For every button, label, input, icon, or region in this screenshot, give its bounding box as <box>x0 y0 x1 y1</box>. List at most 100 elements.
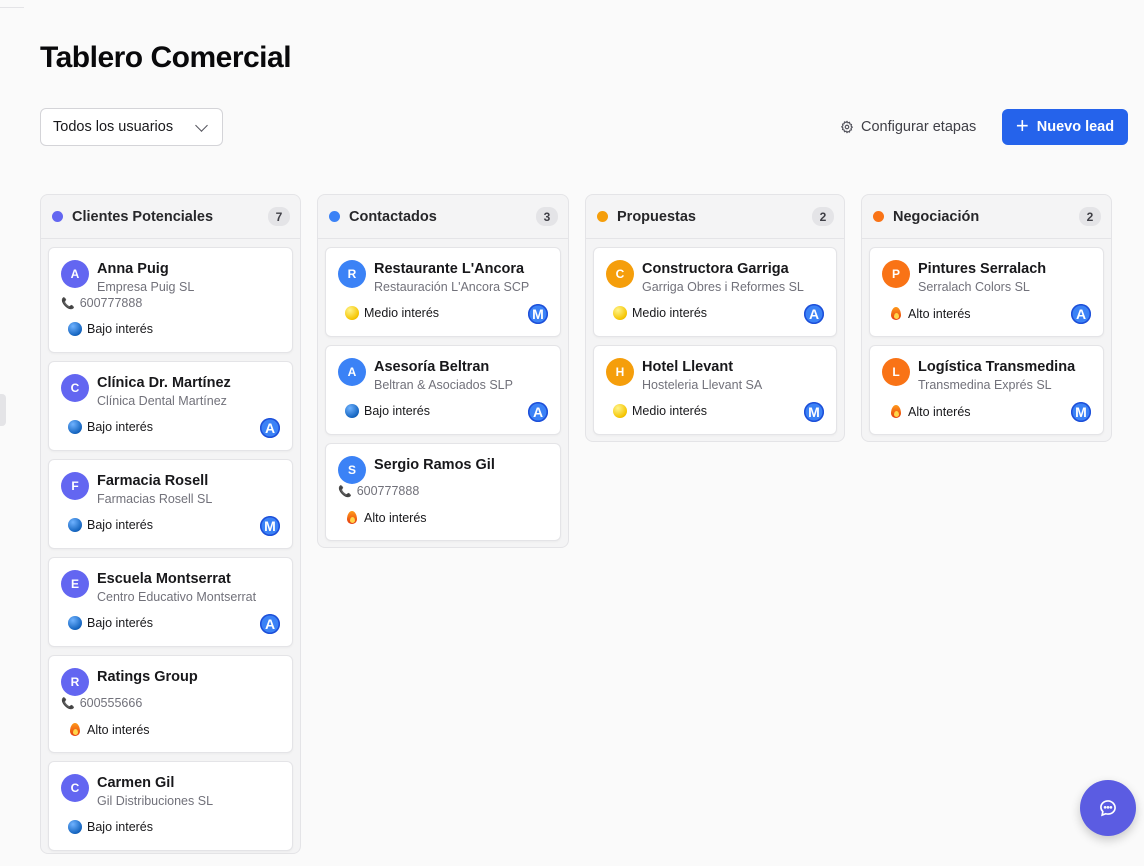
lead-card[interactable]: F Farmacia Rosell Farmacias Rosell SL Ba… <box>48 459 293 549</box>
owner-avatar[interactable]: A <box>260 614 280 634</box>
interest-label: Bajo interés <box>364 404 431 418</box>
lead-card[interactable]: H Hotel Llevant Hosteleria Llevant SA Me… <box>593 345 837 435</box>
column-header: Propuestas 2 <box>586 195 844 239</box>
phone-number: 600777888 <box>356 484 420 498</box>
lead-company: Serralach Colors SL <box>918 280 1030 294</box>
lead-card[interactable]: A Asesoría Beltran Beltran & Asociados S… <box>325 345 561 435</box>
avatar: E <box>61 570 89 598</box>
fire-icon <box>68 722 82 737</box>
avatar: R <box>61 668 89 696</box>
lead-company: Empresa Puig SL <box>97 280 195 294</box>
sidebar-toggle-handle[interactable] <box>0 394 6 426</box>
gear-icon <box>840 120 854 134</box>
interest-label: Bajo interés <box>87 518 154 532</box>
owner-avatar[interactable]: M <box>1071 402 1091 422</box>
fire-icon <box>889 404 903 419</box>
interest-badge: Alto interés <box>68 722 150 737</box>
interest-label: Bajo interés <box>87 322 154 336</box>
lead-name: Hotel Llevant <box>642 359 734 375</box>
avatar: A <box>338 358 366 386</box>
interest-badge: Bajo interés <box>345 404 430 418</box>
lead-card[interactable]: P Pintures Serralach Serralach Colors SL… <box>869 247 1104 337</box>
lead-card[interactable]: S Sergio Ramos Gil 📞 600777888 Alto inter… <box>325 443 561 541</box>
owner-avatar[interactable]: A <box>1071 304 1091 324</box>
lead-company: Farmacias Rosell SL <box>97 492 213 506</box>
avatar: F <box>61 472 89 500</box>
yellow-circle-icon <box>613 404 627 418</box>
column-count-badge: 3 <box>536 207 558 226</box>
owner-avatar[interactable]: M <box>804 402 824 422</box>
lead-card[interactable]: A Anna Puig Empresa Puig SL 📞 600777888 B… <box>48 247 293 353</box>
lead-card[interactable]: C Clínica Dr. Martínez Clínica Dental Ma… <box>48 361 293 451</box>
interest-badge: Bajo interés <box>68 420 153 434</box>
fire-icon <box>889 306 903 321</box>
lead-card[interactable]: E Escuela Montserrat Centro Educativo Mo… <box>48 557 293 647</box>
fire-icon <box>345 510 359 525</box>
avatar: C <box>606 260 634 288</box>
blue-circle-icon <box>68 322 82 336</box>
owner-avatar[interactable]: M <box>528 304 548 324</box>
interest-label: Medio interés <box>364 306 440 320</box>
configure-stages-button[interactable]: Configurar etapas <box>840 108 976 146</box>
owner-avatar[interactable]: A <box>260 418 280 438</box>
column-negociacion: Negociación 2 P Pintures Serralach Serra… <box>861 194 1112 442</box>
lead-name: Anna Puig <box>97 261 169 277</box>
configure-stages-label: Configurar etapas <box>861 119 977 135</box>
stage-dot <box>873 211 884 222</box>
new-lead-label: Nuevo lead <box>1036 119 1115 135</box>
column-count-badge: 7 <box>268 207 290 226</box>
lead-company: Centro Educativo Montserrat <box>97 590 257 604</box>
yellow-circle-icon <box>613 306 627 320</box>
interest-badge: Bajo interés <box>68 820 153 834</box>
lead-name: Asesoría Beltran <box>374 359 490 375</box>
plus-icon: + <box>1015 113 1029 138</box>
owner-avatar[interactable]: A <box>804 304 824 324</box>
user-filter-select[interactable]: Todos los usuarios <box>40 108 223 146</box>
stage-dot <box>329 211 340 222</box>
column-header: Clientes Potenciales 7 <box>41 195 300 239</box>
interest-badge: Medio interés <box>613 404 707 418</box>
lead-card[interactable]: R Restaurante L'Ancora Restauración L'An… <box>325 247 561 337</box>
blue-circle-icon <box>68 420 82 434</box>
owner-avatar[interactable]: M <box>260 516 280 536</box>
lead-card[interactable]: R Ratings Group 📞 600555666 Alto interés <box>48 655 293 753</box>
interest-label: Bajo interés <box>87 616 154 630</box>
interest-badge: Alto interés <box>345 510 427 525</box>
column-title: Negociación <box>893 208 980 225</box>
lead-company: Hosteleria Llevant SA <box>642 378 763 392</box>
owner-avatar[interactable]: A <box>528 402 548 422</box>
chevron-down-icon <box>195 118 208 132</box>
column-header: Negociación 2 <box>862 195 1111 239</box>
lead-company: Garriga Obres i Reformes SL <box>642 280 804 294</box>
lead-card[interactable]: L Logística Transmedina Transmedina Expr… <box>869 345 1104 435</box>
lead-company: Beltran & Asociados SLP <box>374 378 513 392</box>
interest-badge: Bajo interés <box>68 322 153 336</box>
lead-company: Gil Distribuciones SL <box>97 794 214 808</box>
avatar: R <box>338 260 366 288</box>
interest-label: Alto interés <box>87 722 150 737</box>
column-title: Clientes Potenciales <box>72 208 214 225</box>
interest-label: Bajo interés <box>87 820 154 834</box>
lead-card[interactable]: C Constructora Garriga Garriga Obres i R… <box>593 247 837 337</box>
lead-name: Farmacia Rosell <box>97 473 209 489</box>
lead-name: Constructora Garriga <box>642 261 789 277</box>
column-title: Contactados <box>349 208 437 225</box>
lead-name: Pintures Serralach <box>918 261 1047 277</box>
column-contactados: Contactados 3 R Restaurante L'Ancora Res… <box>317 194 569 548</box>
lead-company: Restauración L'Ancora SCP <box>374 280 530 294</box>
interest-badge: Bajo interés <box>68 616 153 630</box>
avatar: H <box>606 358 634 386</box>
chat-button[interactable] <box>1080 780 1136 836</box>
interest-badge: Alto interés <box>889 306 971 321</box>
column-clientes-potenciales: Clientes Potenciales 7 A Anna Puig Empre… <box>40 194 301 854</box>
avatar: A <box>61 260 89 288</box>
lead-card[interactable]: C Carmen Gil Gil Distribuciones SL Bajo … <box>48 761 293 851</box>
new-lead-button[interactable]: + Nuevo lead <box>1002 109 1128 145</box>
avatar: P <box>882 260 910 288</box>
lead-company: Transmedina Exprés SL <box>918 378 1052 392</box>
lead-name: Restaurante L'Ancora <box>374 261 525 277</box>
column-count-badge: 2 <box>1079 207 1101 226</box>
phone-icon: 📞 <box>61 297 75 310</box>
avatar: C <box>61 774 89 802</box>
lead-name: Escuela Montserrat <box>97 571 231 587</box>
